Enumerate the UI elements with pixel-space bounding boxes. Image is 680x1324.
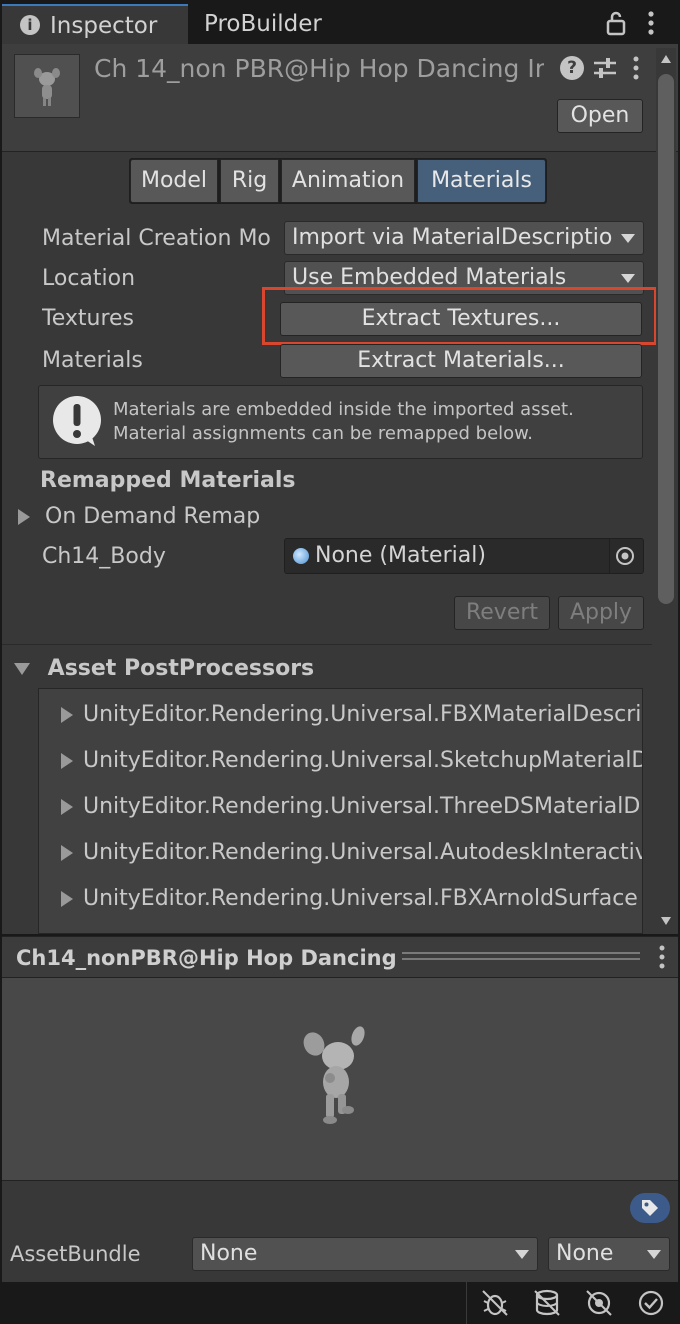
drag-handle[interactable]	[402, 952, 640, 960]
extract-materials-button[interactable]: Extract Materials...	[280, 344, 642, 378]
chevron-right-icon	[61, 753, 73, 769]
chevron-down-icon	[647, 1250, 661, 1259]
tab-inspector[interactable]: i Inspector	[2, 4, 188, 44]
textures-label: Textures	[42, 306, 134, 331]
info-icon: i	[20, 14, 40, 35]
asset-postprocessors-foldout[interactable]: Asset PostProcessors	[14, 654, 314, 684]
chevron-right-icon	[61, 891, 73, 907]
location-label: Location	[42, 266, 136, 291]
preview-viewport[interactable]	[2, 978, 678, 1180]
assetbundle-name-dropdown[interactable]: None	[192, 1237, 538, 1271]
list-item[interactable]: UnityEditor.Rendering.Universal.FBXArnol…	[61, 879, 638, 919]
scroll-up-icon[interactable]	[660, 54, 672, 64]
assetbundle-label: AssetBundle	[10, 1242, 141, 1266]
preview-header: Ch14_nonPBR@Hip Hop Dancing	[2, 936, 678, 978]
chevron-right-icon	[18, 509, 30, 525]
asset-postprocessors-heading: Asset PostProcessors	[47, 656, 315, 681]
debug-bug-icon[interactable]	[480, 1288, 510, 1318]
divider	[2, 644, 652, 645]
list-item[interactable]: UnityEditor.Rendering.Universal.ThreeDSM…	[61, 787, 640, 827]
info-help-box: Materials are embedded inside the import…	[38, 385, 643, 459]
label-tag-icon[interactable]	[630, 1193, 670, 1223]
cache-server-icon[interactable]	[532, 1288, 562, 1318]
more-options-icon[interactable]	[644, 10, 658, 36]
tab-animation[interactable]: Animation	[281, 159, 415, 203]
ch14-body-label: Ch14_Body	[42, 544, 166, 569]
tab-materials[interactable]: Materials	[417, 159, 546, 203]
on-demand-remap-label: On Demand Remap	[45, 504, 261, 529]
revert-button[interactable]: Revert	[454, 596, 550, 630]
tab-probuilder[interactable]: ProBuilder	[204, 4, 344, 44]
material-sphere-icon	[293, 548, 309, 564]
on-demand-remap-foldout[interactable]: On Demand Remap	[18, 502, 260, 532]
highlight-box	[262, 287, 657, 345]
asset-thumbnail	[14, 54, 80, 118]
list-item-label: UnityEditor.Rendering.Universal.FBXArnol…	[83, 886, 638, 911]
chevron-down-icon	[621, 274, 635, 283]
chevron-right-icon	[61, 845, 73, 861]
help-icon[interactable]: ?	[560, 56, 584, 80]
postprocessor-list: UnityEditor.Rendering.Universal.FBXMater…	[38, 688, 643, 934]
object-picker-icon[interactable]	[615, 546, 635, 566]
inspector-panel: Ch 14_non PBR@Hip Hop Dancing Im ? Open …	[2, 44, 678, 934]
character-model-preview	[303, 1026, 365, 1124]
preview-title: Ch14_nonPBR@Hip Hop Dancing	[16, 946, 397, 970]
ch14-body-object-field[interactable]: None (Material)	[284, 538, 644, 574]
material-creation-value: Import via MaterialDescriptio	[292, 225, 613, 250]
list-item-label: UnityEditor.Rendering.Universal.FBXMater…	[83, 702, 642, 727]
remapped-materials-heading: Remapped Materials	[40, 468, 296, 493]
open-button[interactable]: Open	[557, 99, 643, 133]
checkmark-circle-icon[interactable]	[636, 1288, 666, 1318]
chevron-right-icon	[61, 799, 73, 815]
scrollbar[interactable]	[656, 48, 676, 932]
tab-probuilder-label: ProBuilder	[204, 11, 322, 37]
material-creation-dropdown[interactable]: Import via MaterialDescriptio	[284, 221, 644, 255]
info-message-icon	[49, 394, 105, 450]
auto-generate-lighting-icon[interactable]	[584, 1288, 614, 1318]
assetbundle-name-value: None	[200, 1241, 258, 1266]
asset-title: Ch 14_non PBR@Hip Hop Dancing Im	[94, 54, 544, 83]
chevron-down-icon	[14, 663, 30, 675]
list-item[interactable]: UnityEditor.Rendering.Universal.Autodesk…	[61, 833, 643, 873]
list-item[interactable]: UnityEditor.Rendering.Universal.FBXMater…	[61, 695, 641, 735]
tab-rig[interactable]: Rig	[220, 159, 279, 203]
preset-settings-icon[interactable]	[592, 56, 618, 80]
info-line-1: Materials are embedded inside the import…	[113, 399, 574, 420]
header-menu-icon[interactable]	[630, 56, 642, 80]
chevron-down-icon	[621, 234, 635, 243]
preview-menu-icon[interactable]	[656, 945, 668, 969]
assetbundle-variant-value: None	[556, 1241, 614, 1266]
scroll-down-icon[interactable]	[660, 916, 672, 926]
tab-model[interactable]: Model	[130, 159, 218, 203]
tab-inspector-label: Inspector	[50, 13, 158, 39]
list-item-label: UnityEditor.Rendering.Universal.Autodesk…	[83, 840, 643, 865]
materials-label: Materials	[42, 348, 143, 373]
ch14-body-value: None (Material)	[315, 543, 486, 568]
list-item[interactable]: UnityEditor.Rendering.Universal.Sketchup…	[61, 741, 643, 781]
info-line-2: Material assignments can be remapped bel…	[113, 423, 533, 444]
scrollbar-thumb[interactable]	[658, 74, 674, 604]
list-item-label: UnityEditor.Rendering.Universal.ThreeDSM…	[83, 794, 641, 819]
assetbundle-section: AssetBundle None None	[2, 1180, 678, 1282]
material-creation-label: Material Creation Mo	[42, 226, 271, 251]
lock-icon[interactable]	[604, 10, 628, 36]
list-item-label: UnityEditor.Rendering.Universal.Sketchup…	[83, 748, 643, 773]
chevron-right-icon	[61, 707, 73, 723]
apply-button[interactable]: Apply	[558, 596, 644, 630]
status-bar	[0, 1282, 680, 1324]
tab-bar: i Inspector ProBuilder	[0, 0, 680, 44]
assetbundle-variant-dropdown[interactable]: None	[548, 1237, 670, 1271]
chevron-down-icon	[515, 1250, 529, 1259]
